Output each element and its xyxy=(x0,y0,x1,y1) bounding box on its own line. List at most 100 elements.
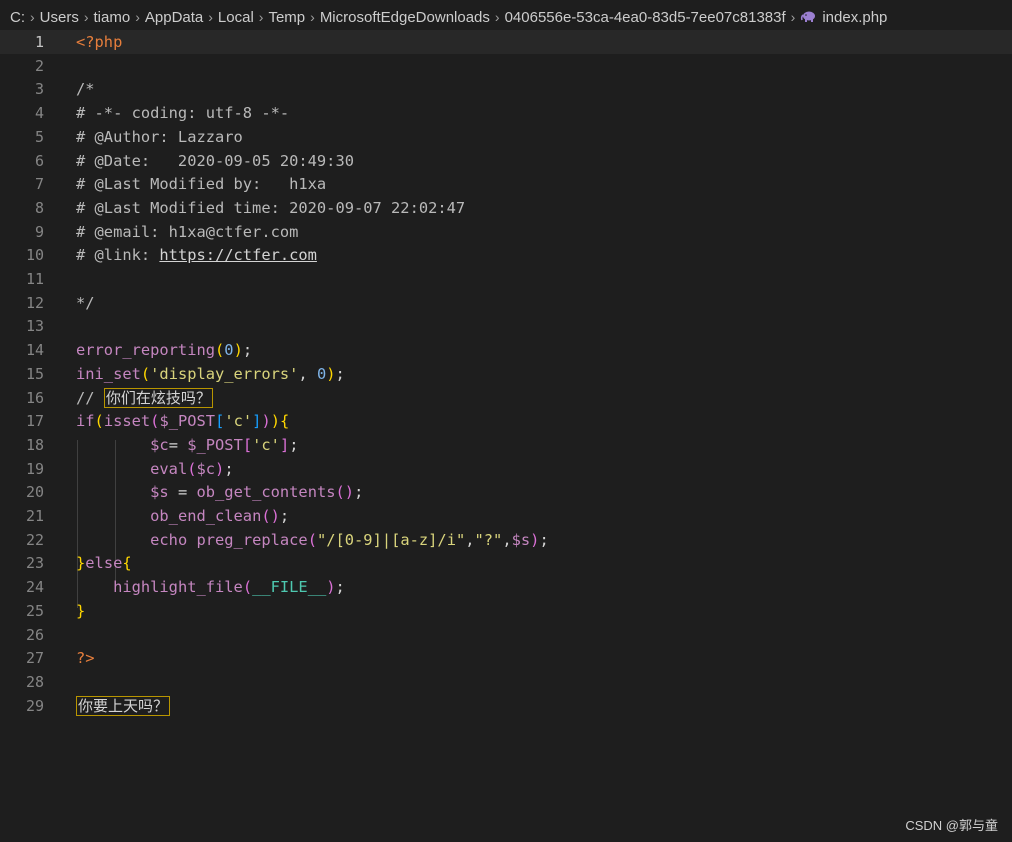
code-token: <?php xyxy=(76,33,123,51)
code-line[interactable]: 3 /* xyxy=(0,77,1012,101)
breadcrumb-item[interactable]: Local xyxy=(218,9,254,26)
code-line[interactable]: 15 ini_set('display_errors', 0); xyxy=(0,362,1012,386)
code-token: ; xyxy=(335,364,345,383)
code-token: ?> xyxy=(76,649,95,668)
code-text: // 你们在炫技吗？ xyxy=(76,386,213,410)
breadcrumb-item[interactable]: Users xyxy=(40,9,79,26)
code-token: # @link: xyxy=(76,246,160,265)
breadcrumb-item[interactable]: MicrosoftEdgeDownloads xyxy=(320,9,490,26)
code-token: 你要上天吗？ xyxy=(76,695,171,716)
code-editor[interactable]: 1 <?php 2 3/* 4 # -*- coding: utf-8 -*- 5 # @Au… xyxy=(0,30,1012,730)
code-token: https://ctfer.com xyxy=(159,246,317,265)
code-token: } xyxy=(76,554,86,573)
line-number: 2 xyxy=(34,56,44,75)
breadcrumb-item[interactable]: tiamo xyxy=(94,9,131,26)
code-line[interactable]: 20 $s = ob_get_contents(); xyxy=(0,480,1012,504)
code-line[interactable]: 27 ?> xyxy=(0,646,1012,670)
code-line[interactable]: 13 xyxy=(0,314,1012,338)
code-text: highlight_file(__FILE__); xyxy=(76,575,345,599)
breadcrumb-item[interactable]: 0406556e-53ca-4ea0-83d5-7ee07c81383f xyxy=(505,9,786,26)
line-number: 28 xyxy=(25,672,44,691)
code-line[interactable]: 28 xyxy=(0,670,1012,694)
code-token: , xyxy=(465,530,475,549)
code-line[interactable]: 24 highlight_file(__FILE__); xyxy=(0,575,1012,599)
line-number: 4 xyxy=(34,104,44,123)
code-line[interactable]: 6 # @Date: 2020-09-05 20:49:30 xyxy=(0,149,1012,173)
code-line[interactable]: 17 if(isset($_POST['c'])){ xyxy=(0,409,1012,433)
code-token: ob_end_clean xyxy=(150,507,262,525)
code-line[interactable]: 8 # @Last Modified time: 2020-09-07 22:02… xyxy=(0,196,1012,220)
line-number: 15 xyxy=(25,364,44,383)
line-number: 10 xyxy=(25,246,44,265)
breadcrumb-separator-icon: › xyxy=(258,9,264,25)
code-token: preg_replace xyxy=(196,530,308,549)
code-line[interactable]: 29 你要上天吗？ xyxy=(0,694,1012,718)
code-line[interactable]: 23 }else{ xyxy=(0,551,1012,575)
code-token: 你们在炫技吗？ xyxy=(103,387,213,408)
code-text: # @link: https://ctfer.com xyxy=(76,243,317,267)
code-token: $_POST xyxy=(159,412,216,431)
breadcrumb-item[interactable]: Temp xyxy=(268,9,305,26)
code-token: } xyxy=(76,601,86,620)
line-number: 13 xyxy=(25,317,44,336)
code-token: $_POST xyxy=(187,435,243,454)
code-token: # @Author: Lazzaro xyxy=(76,127,243,146)
code-line[interactable]: 18 $c= $_POST['c']; xyxy=(0,433,1012,457)
code-token: else xyxy=(85,554,123,573)
code-text: $s = ob_get_contents(); xyxy=(76,480,363,504)
code-token: , xyxy=(298,364,317,383)
code-text: if(isset($_POST['c'])){ xyxy=(76,409,289,433)
line-number: 23 xyxy=(25,554,44,573)
breadcrumb-file[interactable]: index.php xyxy=(822,9,887,26)
code-line[interactable]: 1 <?php xyxy=(0,30,1012,54)
code-line[interactable]: 2 xyxy=(0,54,1012,78)
breadcrumb-item[interactable]: C: xyxy=(10,9,25,26)
code-line[interactable]: 19 eval($c); xyxy=(0,457,1012,481)
code-text: }else{ xyxy=(76,551,132,575)
code-line[interactable]: 10 # @link: https://ctfer.com xyxy=(0,243,1012,267)
code-token: __FILE__ xyxy=(252,578,327,597)
code-line[interactable]: 4 # -*- coding: utf-8 -*- xyxy=(0,101,1012,125)
code-text: echo preg_replace("/[0-9]|[a-z]/i","?",$… xyxy=(76,528,549,552)
code-token: ; xyxy=(224,459,234,478)
php-elephant-icon xyxy=(801,11,816,22)
line-number: 25 xyxy=(25,601,44,620)
code-line[interactable]: 26 xyxy=(0,623,1012,647)
line-number: 22 xyxy=(25,530,44,549)
code-token: $s xyxy=(150,483,169,502)
breadcrumb-item[interactable]: AppData xyxy=(145,9,203,26)
code-line[interactable]: 12 */ xyxy=(0,291,1012,315)
line-number: 18 xyxy=(25,435,44,454)
code-token: ini_set xyxy=(76,364,141,383)
code-token: ( xyxy=(140,364,151,383)
code-line[interactable]: 16 // 你们在炫技吗？ xyxy=(0,386,1012,410)
code-line[interactable]: 22 echo preg_replace("/[0-9]|[a-z]/i","?… xyxy=(0,528,1012,552)
code-line[interactable]: 25} xyxy=(0,599,1012,623)
code-token: ; xyxy=(242,341,253,360)
code-line[interactable]: 7 # @Last Modified by: h1xa xyxy=(0,172,1012,196)
code-token: ) xyxy=(326,578,336,597)
line-number: 1 xyxy=(34,33,44,51)
breadcrumb-separator-icon: › xyxy=(310,9,315,25)
code-token: # @email: h1xa@ctfer.com xyxy=(76,222,299,241)
code-text: /* xyxy=(76,77,95,101)
code-text: ?> xyxy=(76,646,95,670)
code-token: ) xyxy=(233,341,243,360)
code-line[interactable]: 21 ob_end_clean(); xyxy=(0,504,1012,528)
code-token: "/[0-9]|[a-z]/i" xyxy=(316,530,466,549)
code-token: // xyxy=(76,388,104,407)
code-line[interactable]: 11 xyxy=(0,267,1012,291)
code-token: = xyxy=(168,483,197,502)
code-line[interactable]: 14 error_reporting(0); xyxy=(0,338,1012,362)
code-line[interactable]: 5 # @Author: Lazzaro xyxy=(0,125,1012,149)
code-token: if xyxy=(76,412,95,431)
code-token: ; xyxy=(335,578,345,597)
code-line[interactable]: 9 # @email: h1xa@ctfer.com xyxy=(0,220,1012,244)
code-text: # -*- coding: utf-8 -*- xyxy=(76,101,289,125)
code-token: 'c' xyxy=(252,435,280,454)
